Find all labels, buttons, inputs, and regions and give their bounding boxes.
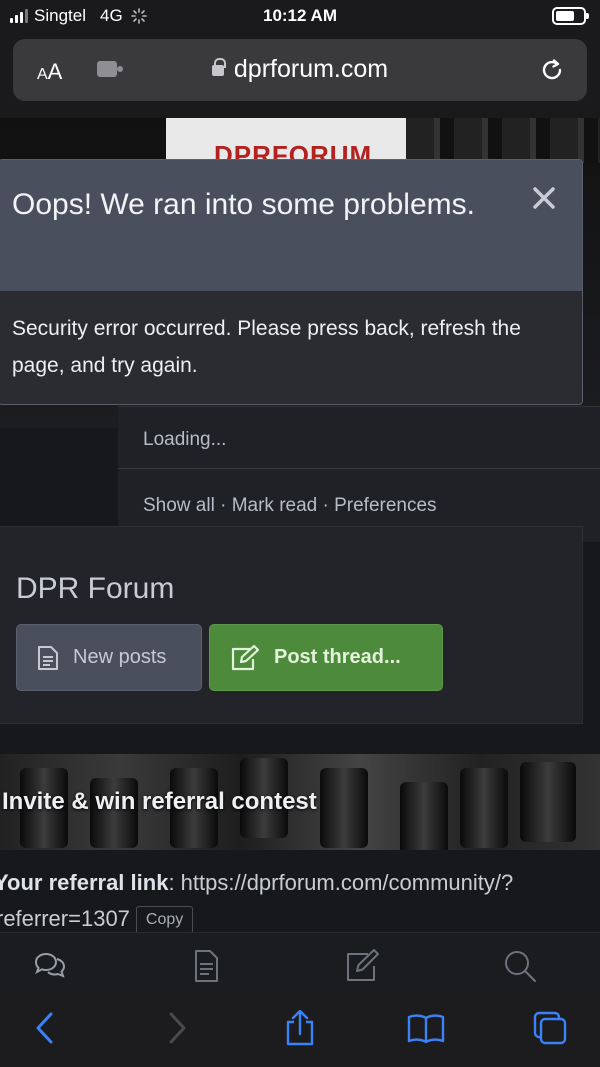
header-lens-image (406, 118, 600, 163)
reload-icon[interactable] (537, 55, 567, 85)
forum-bottom-nav (0, 932, 600, 996)
referral-banner: Invite & win referral contest (0, 754, 600, 850)
referral-banner-title: Invite & win referral contest (2, 788, 317, 815)
status-time: 10:12 AM (262, 6, 337, 25)
new-posts-label: New posts (73, 646, 167, 668)
modal-message: Security error occurred. Please press ba… (12, 317, 521, 377)
modal-title: Oops! We ran into some problems. (12, 188, 475, 221)
back-icon[interactable] (28, 1010, 64, 1046)
lens-image (320, 768, 368, 848)
battery-icon (552, 7, 589, 25)
lens-image (400, 782, 448, 850)
copy-button[interactable]: Copy (135, 906, 194, 932)
referral-link-line: Your referral link: https://dprforum.com… (0, 870, 513, 896)
safari-toolbar (0, 996, 600, 1067)
address-bar[interactable]: AA dprforum.com (13, 39, 587, 101)
referral-link-label: Your referral link (0, 870, 169, 895)
forward-icon[interactable] (158, 1010, 194, 1046)
dropdown-footer-links[interactable]: Show all · Mark read · Preferences (143, 495, 437, 517)
alerts-dropdown: Loading... Show all · Mark read · Prefer… (118, 406, 600, 542)
post-thread-button[interactable]: Post thread... (209, 624, 443, 691)
chat-bubbles-icon[interactable] (32, 948, 68, 984)
browser-chrome-top: AA dprforum.com (0, 34, 600, 118)
lens-image (460, 768, 508, 848)
lens-image (520, 762, 576, 842)
search-icon[interactable] (502, 948, 538, 984)
referral-link-url-cont[interactable]: referrer=1307 (0, 906, 130, 931)
tabs-icon[interactable] (532, 1010, 568, 1046)
lock-icon (211, 58, 226, 76)
document-icon[interactable] (188, 948, 224, 984)
status-bar: Singtel 4G 10:12 AM (0, 0, 600, 34)
compose-icon (231, 644, 260, 670)
referral-link-line-2: referrer=1307 Copy (0, 906, 194, 932)
post-thread-label: Post thread... (274, 646, 401, 668)
document-icon (38, 645, 58, 670)
share-icon[interactable] (282, 1010, 318, 1046)
new-posts-button[interactable]: New posts (16, 624, 202, 691)
dropdown-divider (118, 468, 600, 469)
url-display[interactable]: dprforum.com (13, 55, 587, 84)
dropdown-loading-text: Loading... (143, 429, 227, 450)
bookmarks-icon[interactable] (406, 1010, 446, 1046)
url-text: dprforum.com (233, 55, 389, 83)
page-title: DPR Forum (16, 572, 175, 605)
referral-link-url[interactable]: : https://dprforum.com/community/? (168, 870, 513, 895)
error-modal: Oops! We ran into some problems. Securit… (0, 159, 583, 405)
compose-icon[interactable] (344, 948, 380, 984)
modal-header: Oops! We ran into some problems. (0, 160, 582, 291)
close-icon[interactable] (530, 184, 558, 212)
site-logo[interactable]: DPRFORUM (166, 118, 406, 163)
forum-header-card: DPR Forum New posts Post thread... (0, 526, 583, 724)
